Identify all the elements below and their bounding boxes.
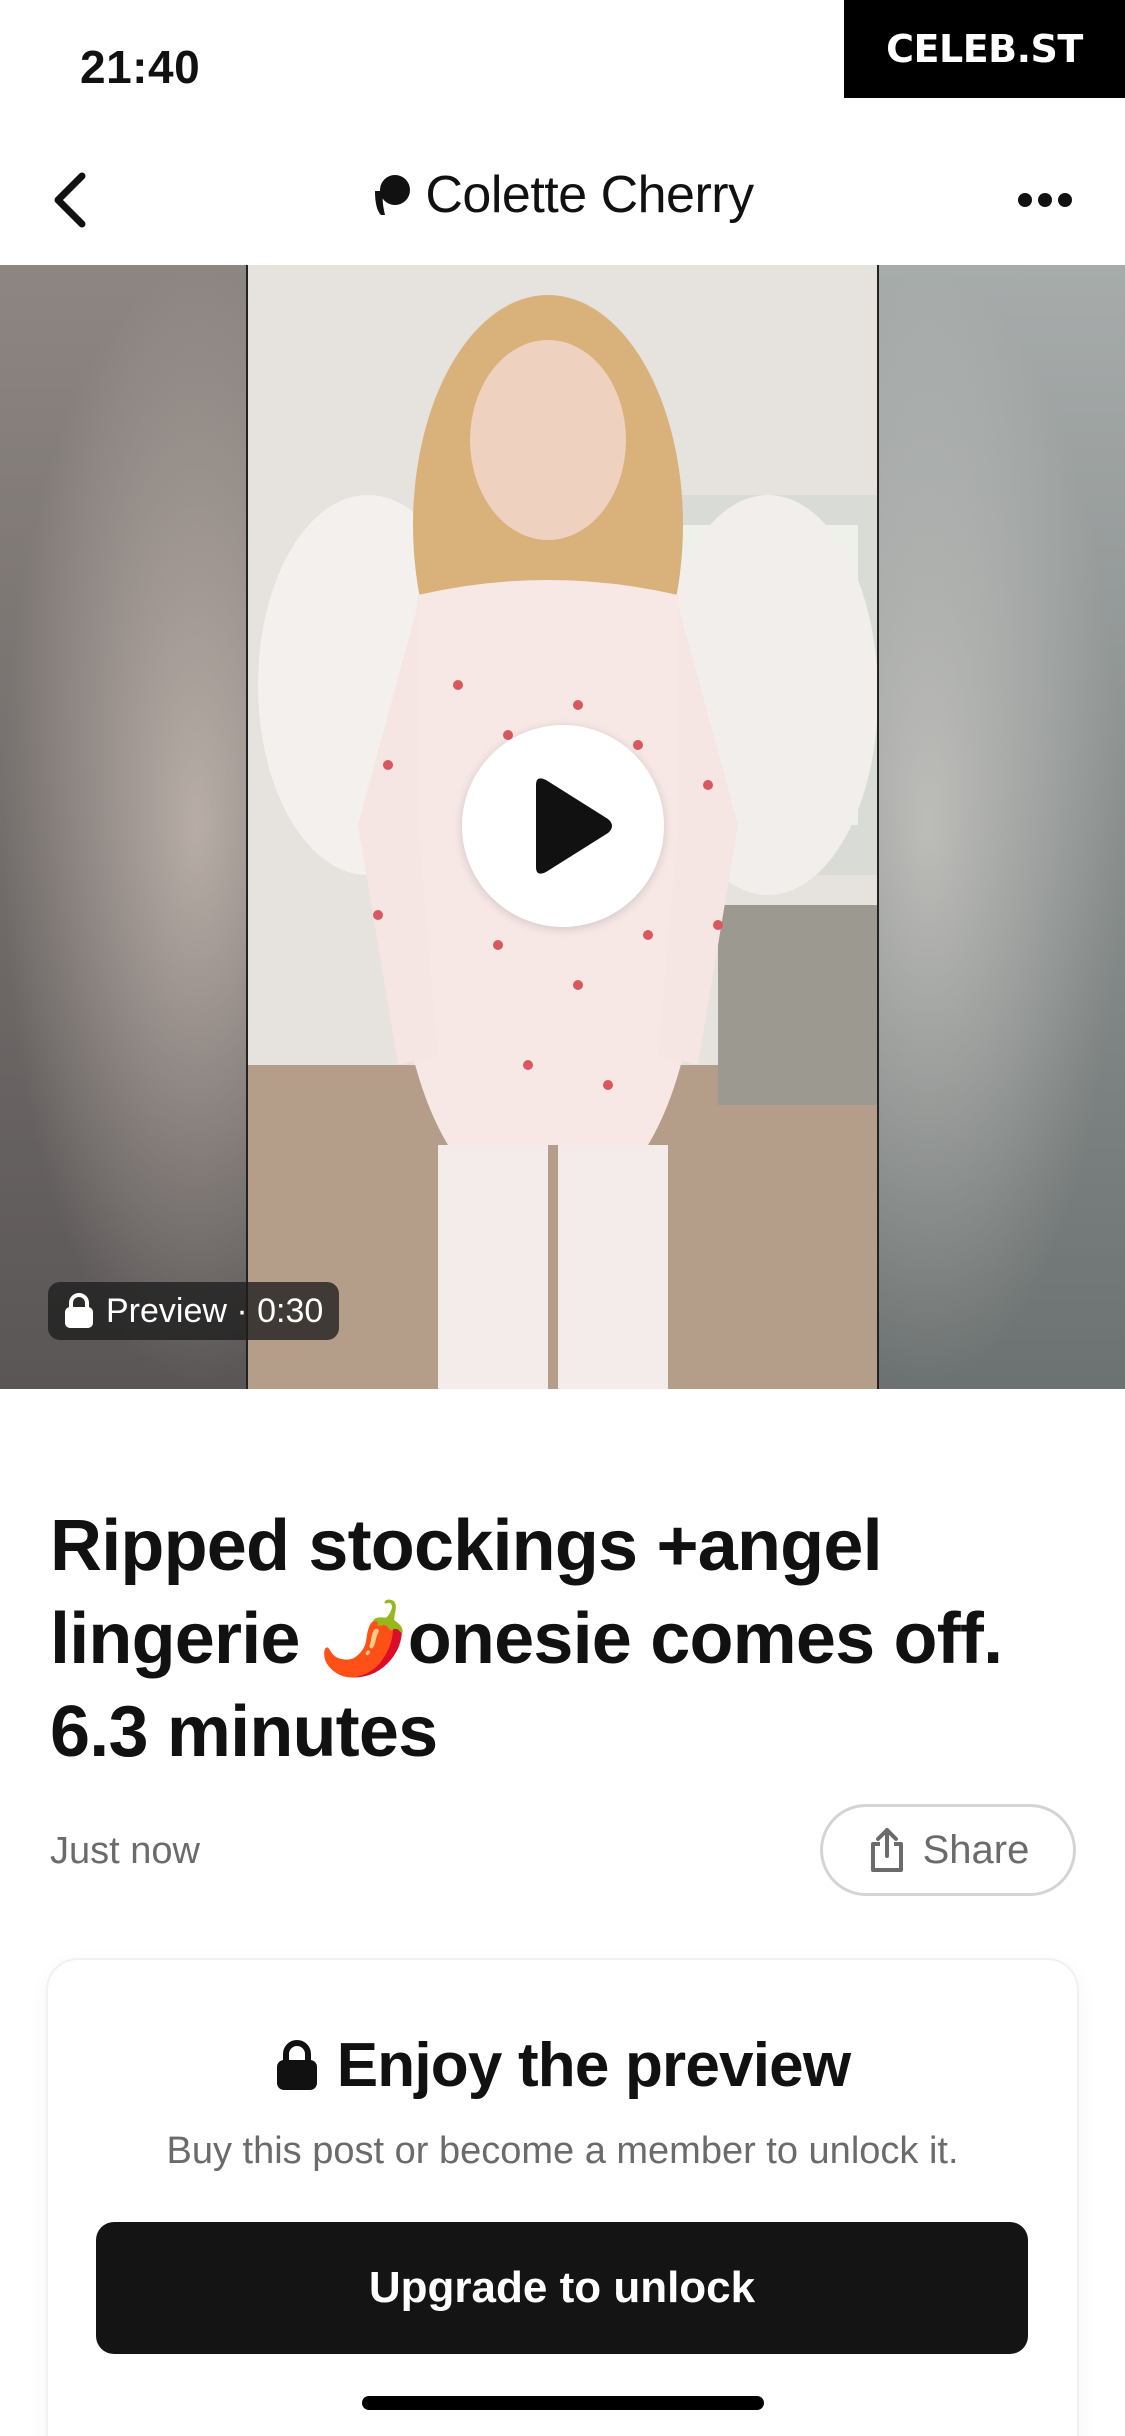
more-options-button[interactable] [1005, 160, 1085, 240]
watermark-logo: CELEB.ST [844, 0, 1125, 98]
lock-icon [276, 2039, 317, 2090]
creator-name: Colette Cherry [425, 166, 754, 224]
preview-badge: Preview · 0:30 [48, 1282, 340, 1340]
patreon-logo-icon [375, 175, 411, 215]
blurred-background-left [0, 265, 246, 1389]
preview-label: Preview · 0:30 [106, 1291, 324, 1330]
status-time: 21:40 [80, 41, 201, 93]
unlock-card-title: Enjoy the preview [336, 2031, 851, 2100]
home-indicator [362, 2396, 764, 2410]
play-icon [536, 778, 612, 874]
ellipsis-icon [1018, 193, 1072, 207]
creator-header[interactable]: Colette Cherry [0, 165, 1125, 225]
post-timestamp: Just now [50, 1830, 200, 1872]
unlock-card: Enjoy the preview Buy this post or becom… [48, 1960, 1077, 2436]
share-button[interactable]: Share [820, 1804, 1076, 1896]
play-button[interactable] [462, 725, 664, 927]
blurred-background-right [879, 265, 1125, 1389]
post-title: Ripped stockings +angel lingerie 🌶️onesi… [50, 1506, 1003, 1772]
unlock-card-subtitle: Buy this post or become a member to unlo… [166, 2130, 959, 2172]
upgrade-to-unlock-button[interactable]: Upgrade to unlock [96, 2222, 1028, 2354]
video-preview[interactable]: Preview · 0:30 [0, 265, 1125, 1389]
lock-icon [65, 1293, 93, 1328]
unlock-card-heading: Enjoy the preview [48, 2030, 1077, 2101]
nav-bar: Colette Cherry [0, 135, 1125, 265]
share-label: Share [922, 1827, 1030, 1872]
share-icon [870, 1828, 903, 1872]
